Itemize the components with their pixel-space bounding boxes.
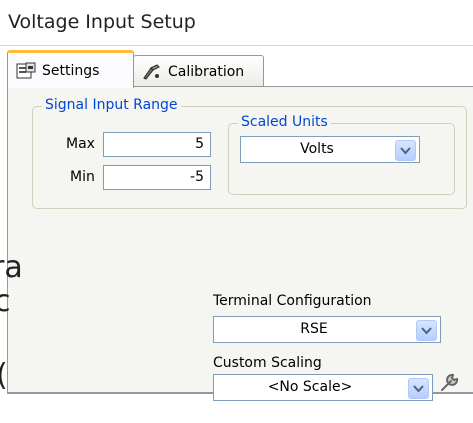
custom-scaling-label: Custom Scaling [213, 355, 322, 371]
terminal-configuration-value: RSE [300, 321, 328, 337]
signal-input-range-group: Signal Input Range Max 5 Min -5 Scaled U… [32, 97, 467, 209]
clipped-text-3: ( [0, 358, 8, 393]
tab-settings[interactable]: Settings [7, 50, 134, 88]
scaled-units-legend: Scaled Units [238, 114, 331, 130]
tab-calibration-label: Calibration [168, 63, 245, 80]
clipped-text-2: c [0, 284, 11, 319]
chevron-down-icon[interactable] [416, 320, 437, 341]
clipped-text-1: ra [0, 250, 23, 285]
custom-scaling-select[interactable]: <No Scale> [213, 374, 433, 401]
scaled-units-group: Scaled Units Volts [228, 114, 455, 195]
terminal-configuration-label: Terminal Configuration [213, 293, 372, 309]
tab-settings-label: Settings [42, 62, 100, 79]
scaled-units-select[interactable]: Volts [240, 136, 420, 163]
signal-input-range-legend: Signal Input Range [42, 97, 181, 113]
terminal-configuration-select[interactable]: RSE [213, 316, 441, 343]
window-titlebar: Voltage Input Setup [0, 0, 473, 46]
max-label: Max [66, 136, 95, 152]
settings-icon [16, 62, 36, 78]
window-title: Voltage Input Setup [8, 11, 196, 33]
custom-scaling-value: <No Scale> [267, 379, 353, 395]
tab-panel-settings: Signal Input Range Max 5 Min -5 Scaled U… [7, 86, 473, 401]
chevron-down-icon[interactable] [395, 140, 416, 161]
min-label: Min [70, 169, 95, 185]
scaled-units-value: Volts [300, 141, 334, 157]
min-input[interactable]: -5 [103, 165, 211, 190]
tab-calibration[interactable]: Calibration [133, 55, 264, 87]
wrench-icon[interactable] [439, 371, 461, 393]
max-input[interactable]: 5 [103, 132, 211, 157]
chevron-down-icon[interactable] [408, 378, 429, 399]
calibration-icon [143, 63, 160, 80]
